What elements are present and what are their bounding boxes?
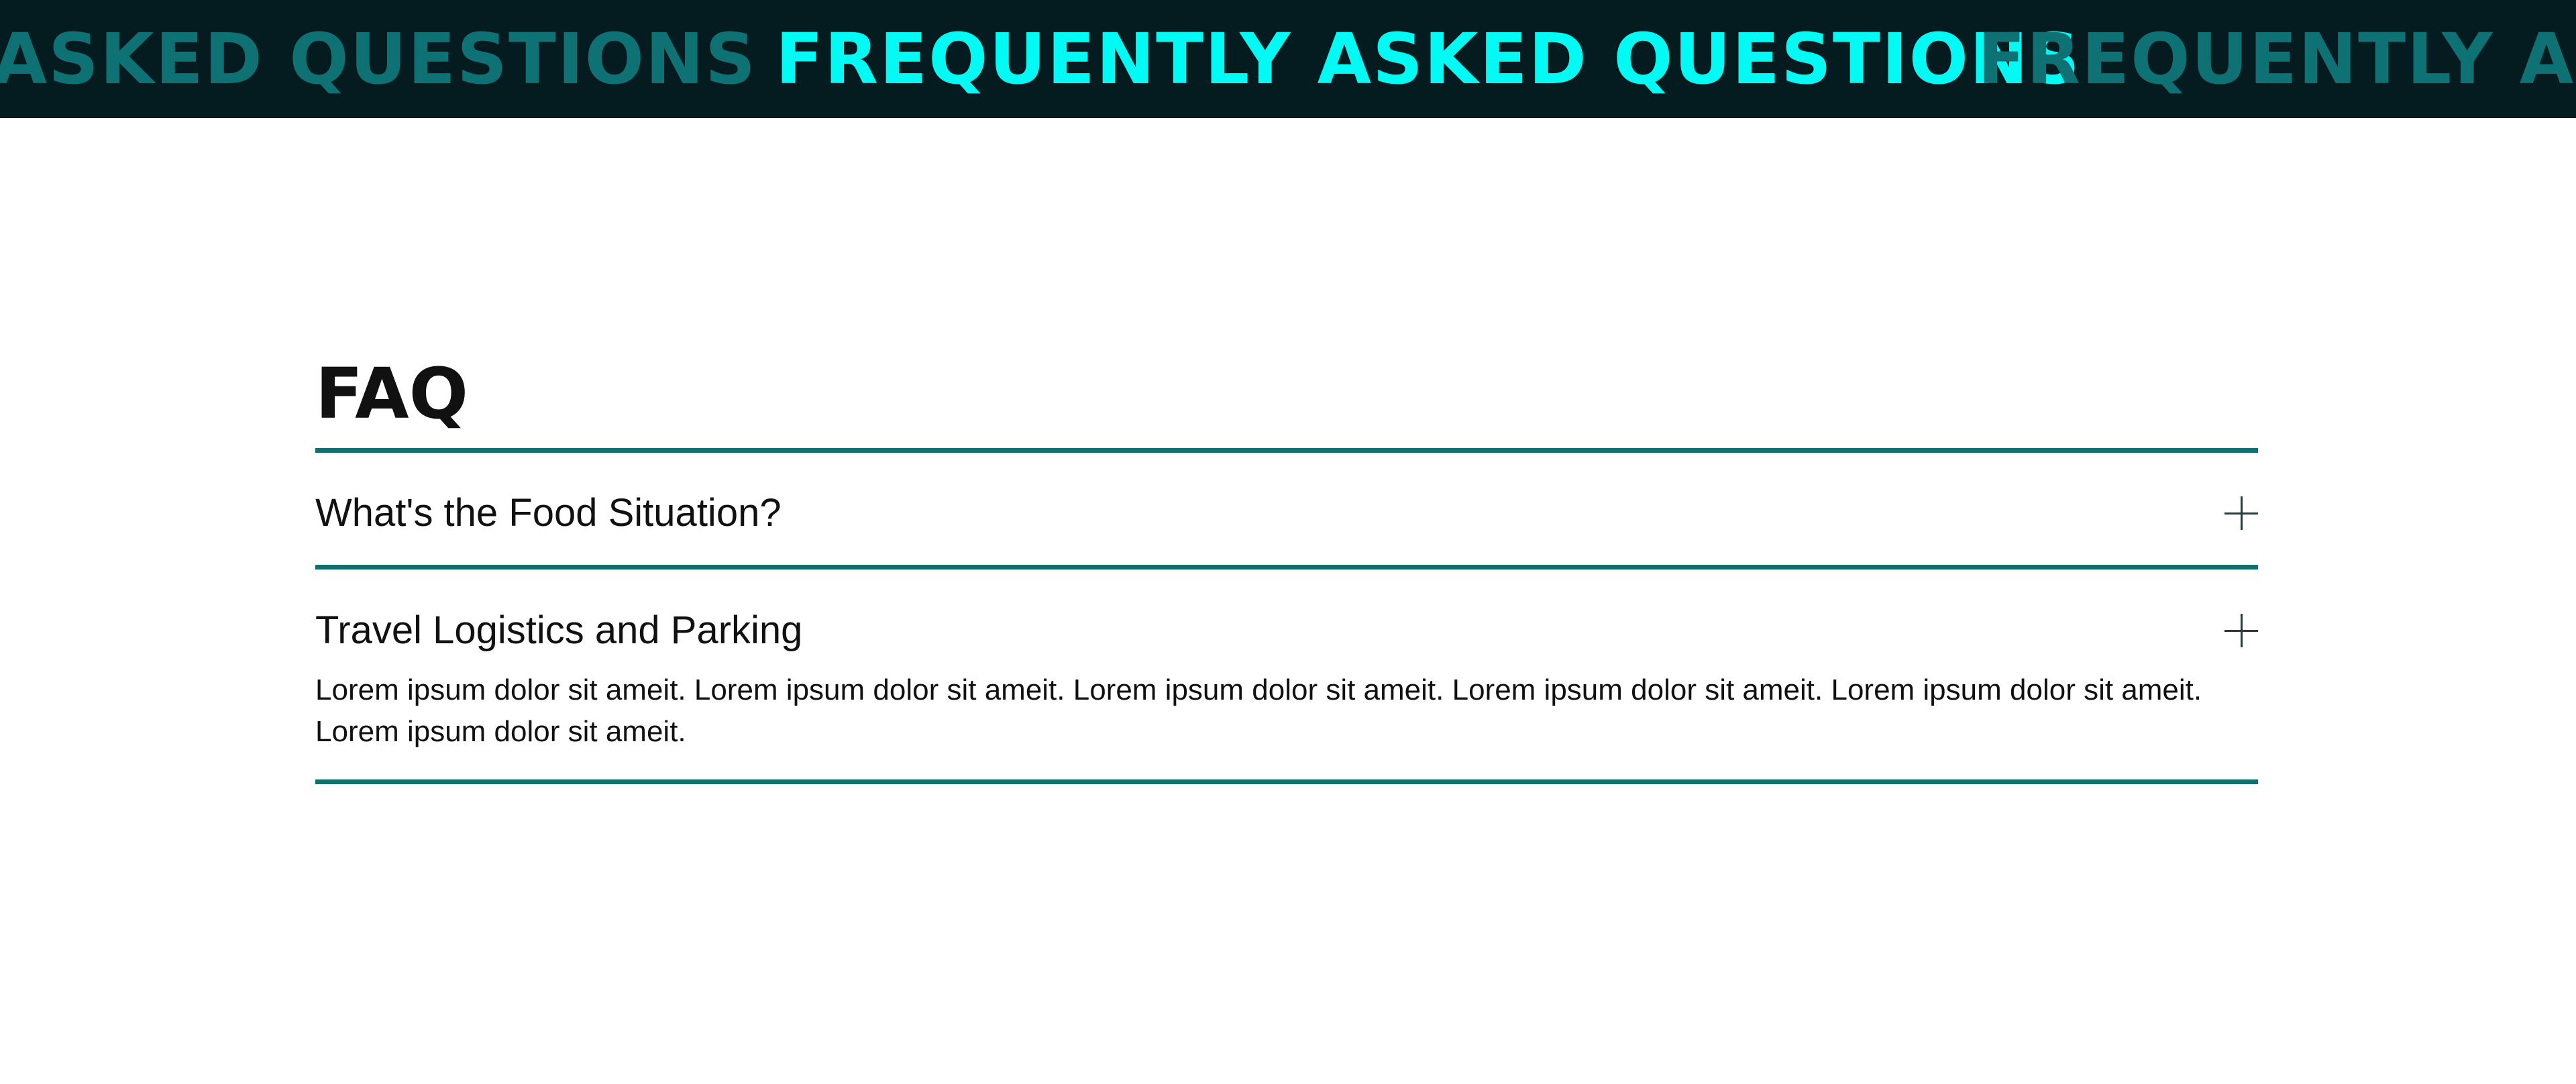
- marquee-text-left: FREQUENTLY ASKED QUESTIONS: [0, 18, 757, 100]
- plus-icon[interactable]: [2224, 496, 2258, 530]
- faq-divider: [315, 565, 2258, 570]
- faq-question-food[interactable]: What's the Food Situation?: [315, 490, 782, 537]
- faq-heading: FAQ: [315, 353, 469, 435]
- marquee-text-right: FREQUENTLY ASKED QUESTIONS: [1978, 18, 2576, 100]
- faq-marquee-banner: FREQUENTLY ASKED QUESTIONS FREQUENTLY AS…: [0, 0, 2576, 118]
- faq-question-travel[interactable]: Travel Logistics and Parking: [315, 607, 802, 654]
- plus-icon[interactable]: [2224, 614, 2258, 647]
- faq-divider: [315, 448, 2258, 453]
- faq-answer-travel: Lorem ipsum dolor sit ameit. Lorem ipsum…: [315, 673, 2202, 748]
- faq-divider: [315, 779, 2258, 784]
- marquee-text-center: FREQUENTLY ASKED QUESTIONS: [775, 18, 2081, 100]
